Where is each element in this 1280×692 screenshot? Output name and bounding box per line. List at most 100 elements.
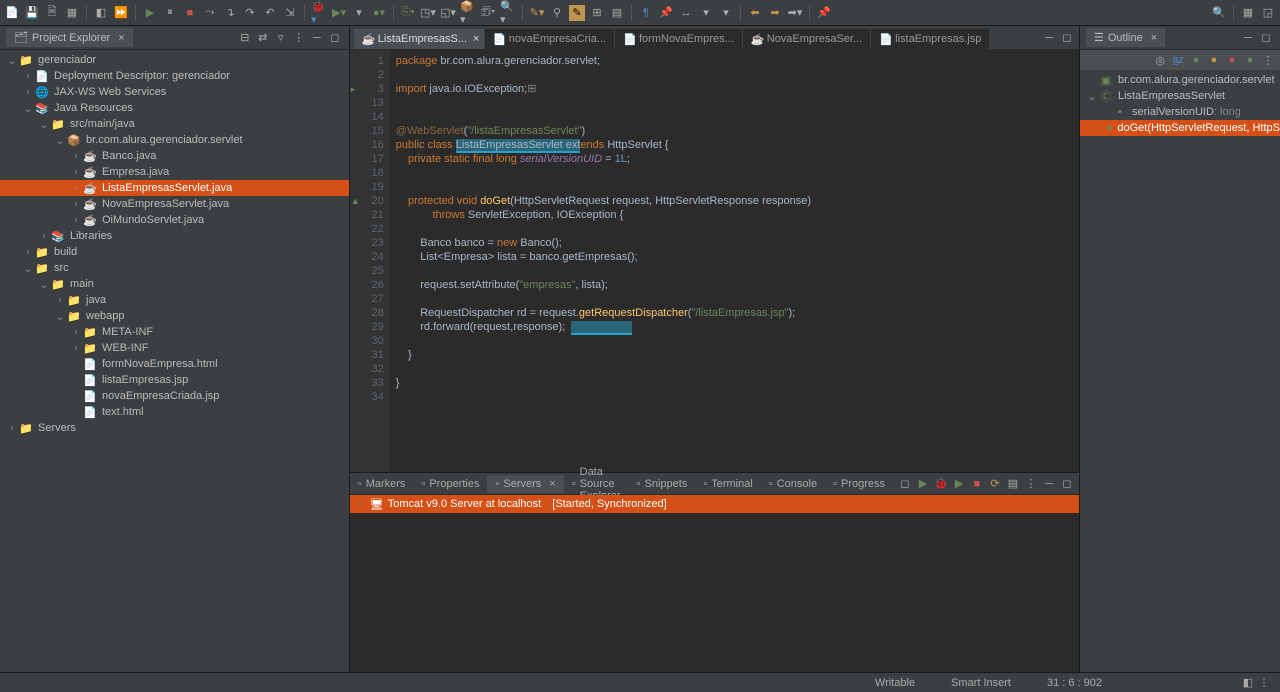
focus-icon[interactable]: ◎ (1152, 52, 1168, 68)
expand-icon[interactable]: › (70, 182, 82, 194)
close-icon[interactable]: × (473, 33, 479, 45)
expand-icon[interactable]: ⌄ (54, 134, 66, 147)
tree-item[interactable]: ›📁META-INF (0, 324, 349, 340)
maximize-icon[interactable]: ◻ (327, 30, 343, 46)
run-dropdown-icon[interactable]: ▶▾ (331, 5, 347, 21)
sort-icon[interactable]: a̲z (1170, 52, 1186, 68)
server-row[interactable]: › 🖥 Tomcat v9.0 Server at localhost [Sta… (350, 495, 1079, 513)
view-menu-icon[interactable]: ⋮ (1023, 476, 1039, 492)
jee-perspective-icon[interactable]: ◲ (1260, 5, 1276, 21)
code-editor[interactable]: ▸▲ 1231314151617181920212223242526272829… (350, 50, 1079, 472)
status-overview-icon[interactable]: ◧ (1240, 675, 1256, 691)
expand-icon[interactable]: › (38, 230, 50, 242)
run-last-icon[interactable]: ●▾ (371, 5, 387, 21)
project-explorer-tab[interactable]: 🗂 Project Explorer × (6, 28, 133, 47)
publish-server-icon[interactable]: ⟳ (987, 476, 1003, 492)
step-over-icon[interactable]: ↷ (242, 5, 258, 21)
view-menu-icon[interactable]: ⋮ (291, 30, 307, 46)
tree-item[interactable]: ⌄📚Java Resources (0, 100, 349, 116)
nav-icon[interactable]: ↔ (678, 5, 694, 21)
save-icon[interactable]: 💾 (24, 5, 40, 21)
tree-item[interactable]: ⌄📁gerenciador (0, 52, 349, 68)
hide-non-public-icon[interactable]: ● (1224, 52, 1240, 68)
expand-icon[interactable]: › (70, 214, 82, 226)
type-icon[interactable]: 🗊▾ (480, 5, 496, 21)
outline-tab[interactable]: ☰ Outline × (1086, 28, 1165, 47)
bottom-tab-terminal[interactable]: ▫Terminal (695, 475, 760, 493)
collapse-all-icon[interactable]: ⊟ (237, 30, 253, 46)
hide-static-icon[interactable]: ● (1206, 52, 1222, 68)
minimize-icon[interactable]: ─ (309, 30, 325, 46)
bottom-tab-snippets[interactable]: ▫Snippets (629, 475, 696, 493)
no-servers-icon[interactable]: ◻ (897, 476, 913, 492)
expand-icon[interactable]: › (22, 86, 34, 98)
open-perspective-icon[interactable]: ▦ (1240, 5, 1256, 21)
pin-editor-icon[interactable]: 📌 (816, 5, 832, 21)
close-icon[interactable]: × (118, 32, 124, 44)
pencil-icon[interactable]: ✎▾ (529, 5, 545, 21)
minimize-icon[interactable]: ─ (1041, 30, 1057, 46)
new-server-icon[interactable]: ⎘▾ (400, 5, 416, 21)
tree-item[interactable]: ⌄📁webapp (0, 308, 349, 324)
expand-icon[interactable]: › (6, 422, 18, 434)
save-all-icon[interactable]: 🗎 (44, 5, 60, 21)
external-icon[interactable]: ◳▾ (420, 5, 436, 21)
expand-icon[interactable]: ⌄ (6, 54, 18, 67)
tree-item[interactable]: ⌄📁main (0, 276, 349, 292)
bottom-tab-progress[interactable]: ▫Progress (825, 475, 893, 493)
build-icon[interactable]: ▦ (64, 5, 80, 21)
next-ann-icon[interactable]: ▾ (698, 5, 714, 21)
tree-item[interactable]: 📄novaEmpresaCriada.jsp (0, 388, 349, 404)
maximize-icon[interactable]: ◻ (1059, 30, 1075, 46)
expand-icon[interactable]: ⌄ (38, 118, 50, 131)
debug-server-icon[interactable]: 🐞 (933, 476, 949, 492)
view-menu-icon[interactable]: ⋮ (1260, 52, 1276, 68)
expand-icon[interactable]: › (54, 294, 66, 306)
resume-icon[interactable]: ▶ (142, 5, 158, 21)
maximize-icon[interactable]: ◻ (1258, 30, 1274, 46)
expand-icon[interactable]: › (70, 150, 82, 162)
clean-server-icon[interactable]: ▤ (1005, 476, 1021, 492)
editor-tab[interactable]: 📄formNovaEmpres... (615, 29, 742, 49)
bottom-tab-servers[interactable]: ▫Servers× (487, 475, 563, 493)
tree-item[interactable]: ›🌐JAX-WS Web Services (0, 84, 349, 100)
expand-icon[interactable]: › (70, 342, 82, 354)
editor-tab[interactable]: ☕ListaEmpresasS...× (354, 29, 484, 49)
highlight-icon[interactable]: ✎ (569, 5, 585, 21)
bottom-tab-markers[interactable]: ▫Markers (350, 475, 414, 493)
tree-item[interactable]: ›☕Empresa.java (0, 164, 349, 180)
disconnect-icon[interactable]: ⤳ (202, 5, 218, 21)
editor-tab[interactable]: 📄listaEmpresas.jsp (871, 29, 989, 49)
close-icon[interactable]: × (1151, 32, 1157, 44)
expand-icon[interactable]: ⌄ (38, 278, 50, 291)
prev-ann-icon[interactable]: ▾ (718, 5, 734, 21)
expand-icon[interactable]: ⌄ (22, 262, 34, 275)
pause-icon[interactable]: ⏸ (162, 5, 178, 21)
last-edit-icon[interactable]: ➡▾ (787, 5, 803, 21)
outline-item[interactable]: ▪serialVersionUID : long (1080, 104, 1280, 120)
refactor-icon[interactable]: ⊞ (589, 5, 605, 21)
tree-item[interactable]: ›📚Libraries (0, 228, 349, 244)
back-icon[interactable]: ⬅ (747, 5, 763, 21)
expand-icon[interactable]: › (70, 326, 82, 338)
expand-icon[interactable]: ⌄ (54, 310, 66, 323)
start-server-icon[interactable]: ▶ (915, 476, 931, 492)
wand-icon[interactable]: ⚲ (549, 5, 565, 21)
tree-item[interactable]: ›☕ListaEmpresasServlet.java (0, 180, 349, 196)
tree-item[interactable]: ›☕OiMundoServlet.java (0, 212, 349, 228)
step-return-icon[interactable]: ↶ (262, 5, 278, 21)
minimize-icon[interactable]: ─ (1240, 30, 1256, 46)
outline-tree[interactable]: ▣br.com.alura.gerenciador.servlet⌄ ⒸList… (1080, 70, 1280, 672)
code-content[interactable]: package br.com.alura.gerenciador.servlet… (390, 50, 1079, 472)
outline-item[interactable]: ●doGet(HttpServletRequest, HttpS (1080, 120, 1280, 136)
search-global-icon[interactable]: 🔍 (1211, 5, 1227, 21)
debug-dropdown-icon[interactable]: 🐞▾ (311, 5, 327, 21)
bottom-tab-console[interactable]: ▫Console (761, 475, 825, 493)
expand-icon[interactable]: ⌄ (1086, 90, 1098, 103)
expand-icon[interactable]: › (22, 70, 34, 82)
tree-item[interactable]: ⌄📁src/main/java (0, 116, 349, 132)
override-marker-icon[interactable]: ▲ (351, 194, 360, 208)
expand-icon[interactable]: › (70, 166, 82, 178)
search-dropdown-icon[interactable]: 🔍▾ (500, 5, 516, 21)
minimize-icon[interactable]: ─ (1041, 476, 1057, 492)
